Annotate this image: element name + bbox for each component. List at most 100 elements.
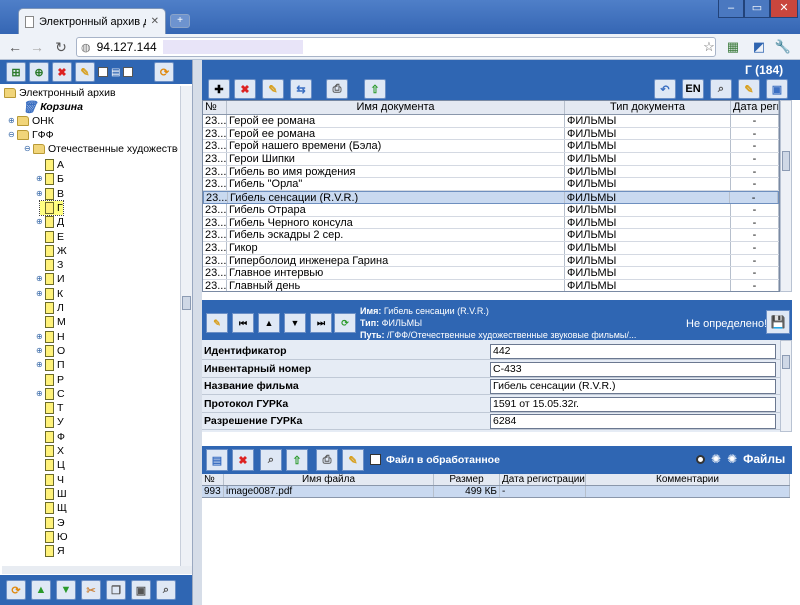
tree-item-letter[interactable]: Ю: [40, 530, 68, 544]
file-row[interactable]: 993 image0087.pdf 499 КБ -: [202, 486, 790, 498]
table-row[interactable]: 23... Герой ее романа ФИЛЬМЫ -: [203, 127, 779, 141]
tab-close-icon[interactable]: ✕: [151, 16, 159, 27]
expand-icon[interactable]: ⊕: [36, 172, 43, 186]
col-file-comment[interactable]: Комментарии: [586, 474, 790, 485]
table-row[interactable]: 23... Гикор ФИЛЬМЫ -: [203, 241, 779, 255]
col-date[interactable]: Дата регист: [731, 101, 779, 114]
refresh-icon[interactable]: ⟳: [154, 62, 175, 82]
edit-file-icon[interactable]: ✎: [342, 449, 364, 471]
expand-icon[interactable]: ⊕: [36, 187, 43, 201]
scroll-thumb[interactable]: [182, 296, 191, 310]
extension-icon[interactable]: ◩: [750, 38, 768, 56]
language-button[interactable]: EN: [682, 79, 704, 99]
table-row[interactable]: 23... Гибель Черного консула ФИЛЬМЫ -: [203, 216, 779, 230]
tree-item-category[interactable]: ⊖ Отечественные художестве: [24, 142, 178, 156]
expand-icon[interactable]: ⊕: [36, 330, 43, 344]
tree-item-letter[interactable]: ⊕ И: [36, 272, 65, 286]
processed-checkbox[interactable]: [370, 454, 381, 465]
tree-item-letter[interactable]: Г: [39, 199, 64, 216]
table-row[interactable]: 23... Гибель во имя рождения ФИЛЬМЫ -: [203, 165, 779, 179]
copy-icon[interactable]: ❐: [106, 580, 126, 600]
tree-item-letter[interactable]: ⊕ Д: [36, 215, 64, 229]
search-icon[interactable]: ⌕: [156, 580, 176, 600]
last-record-icon[interactable]: ⏭: [310, 313, 332, 333]
find-icon[interactable]: ⌕: [710, 79, 732, 99]
reload-icon[interactable]: ↻: [52, 38, 70, 56]
expand-icon[interactable]: ⊕: [8, 114, 15, 128]
undo-icon[interactable]: ↶: [654, 79, 676, 99]
star-icon[interactable]: ☆: [700, 38, 718, 56]
next-record-icon[interactable]: ▼: [284, 313, 306, 333]
move-document-icon[interactable]: ⇆: [290, 79, 312, 99]
upload-icon[interactable]: ⇧: [364, 79, 386, 99]
collapse-icon[interactable]: ⊖: [24, 142, 31, 156]
tree-expand-icon[interactable]: ⊞: [6, 62, 26, 82]
field-input[interactable]: 442: [490, 344, 776, 359]
delete-file-icon[interactable]: ✖: [232, 449, 254, 471]
radio-gear[interactable]: ✺: [711, 452, 721, 466]
tree-item-onk[interactable]: ⊕ ОНК: [8, 114, 54, 128]
tree-root[interactable]: Электронный архив: [4, 86, 116, 100]
tree-item-letter[interactable]: Т: [40, 401, 63, 415]
translate-icon[interactable]: ▦: [724, 38, 742, 56]
tree-item-letter[interactable]: Я: [40, 544, 65, 558]
collapse-icon[interactable]: ⊖: [8, 128, 15, 142]
move-down-icon[interactable]: ▼: [56, 580, 76, 600]
tree-item-letter[interactable]: Ж: [40, 244, 67, 258]
table-row[interactable]: 23... Гиперболоид инженера Гарина ФИЛЬМЫ -: [203, 254, 779, 268]
field-input[interactable]: 6284: [490, 414, 776, 429]
tree-item-letter[interactable]: Е: [40, 230, 64, 244]
expand-icon[interactable]: ⊕: [36, 272, 43, 286]
tree-add-icon[interactable]: ⊕: [29, 62, 49, 82]
table-row[interactable]: 23... Герой ее романа ФИЛЬМЫ -: [203, 115, 779, 128]
tree-item-letter[interactable]: М: [40, 315, 66, 329]
expand-icon[interactable]: ⊕: [36, 387, 43, 401]
expand-icon[interactable]: ⊕: [36, 215, 43, 229]
sync-icon[interactable]: ⟳: [6, 580, 26, 600]
minimize-button[interactable]: –: [718, 0, 744, 18]
add-file-icon[interactable]: ▤: [206, 449, 228, 471]
upload-file-icon[interactable]: ⇧: [286, 449, 308, 471]
wrench-icon[interactable]: 🔧: [774, 38, 792, 56]
tree-item-letter[interactable]: Щ: [40, 501, 67, 515]
table-row[interactable]: 23... Гибель Отрара ФИЛЬМЫ -: [203, 203, 779, 217]
tree-item-letter[interactable]: ⊕ К: [36, 287, 63, 301]
expand-icon[interactable]: ⊕: [36, 344, 43, 358]
col-file-date[interactable]: Дата регистрации: [500, 474, 586, 485]
tree-item-letter[interactable]: Ч: [40, 473, 64, 487]
close-window-button[interactable]: ✕: [770, 0, 798, 18]
table-row[interactable]: 23... Главное интервью ФИЛЬМЫ -: [203, 267, 779, 280]
delete-document-icon[interactable]: ✖: [234, 79, 256, 99]
checkbox-a[interactable]: [98, 67, 108, 77]
tree-item-letter[interactable]: ⊕ В: [36, 187, 64, 201]
new-tab-button[interactable]: +: [170, 14, 190, 28]
tree-item-letter[interactable]: Р: [40, 373, 64, 387]
tree-item-letter[interactable]: ⊕ С: [36, 387, 65, 401]
expand-icon[interactable]: ⊕: [36, 287, 43, 301]
radio-files[interactable]: ✺: [727, 452, 737, 466]
forward-icon[interactable]: →: [28, 38, 46, 56]
col-name[interactable]: Имя документа: [227, 101, 565, 114]
checkbox-b[interactable]: [123, 67, 134, 77]
field-input[interactable]: Гибель сенсации (R.V.R.): [490, 379, 776, 394]
col-file-size[interactable]: Размер: [434, 474, 500, 485]
move-up-icon[interactable]: ▲: [31, 580, 51, 600]
maximize-button[interactable]: ▭: [744, 0, 770, 18]
tree-item-letter[interactable]: Ф: [40, 430, 65, 444]
save-icon[interactable]: 💾: [766, 310, 790, 334]
scroll-thumb[interactable]: [782, 151, 790, 171]
tree-item-letter[interactable]: У: [40, 415, 64, 429]
tree-item-letter[interactable]: З: [40, 258, 63, 272]
tree-item-letter[interactable]: Х: [40, 444, 64, 458]
table-row[interactable]: 23... Герой нашего времени (Бэла) ФИЛЬМЫ -: [203, 140, 779, 154]
tree-item-letter[interactable]: Э: [40, 516, 65, 530]
tree-item-gff[interactable]: ⊖ ГФФ: [8, 128, 54, 142]
print-icon[interactable]: ⎙: [326, 79, 348, 99]
table-row[interactable]: 23... Герои Шипки ФИЛЬМЫ -: [203, 153, 779, 166]
scan-icon[interactable]: ⎙: [316, 449, 338, 471]
field-input[interactable]: С-433: [490, 361, 776, 377]
back-icon[interactable]: ←: [6, 38, 24, 56]
tree-item-letter[interactable]: Ц: [40, 458, 65, 472]
scroll-thumb[interactable]: [782, 355, 790, 369]
panel-splitter[interactable]: [192, 60, 202, 605]
